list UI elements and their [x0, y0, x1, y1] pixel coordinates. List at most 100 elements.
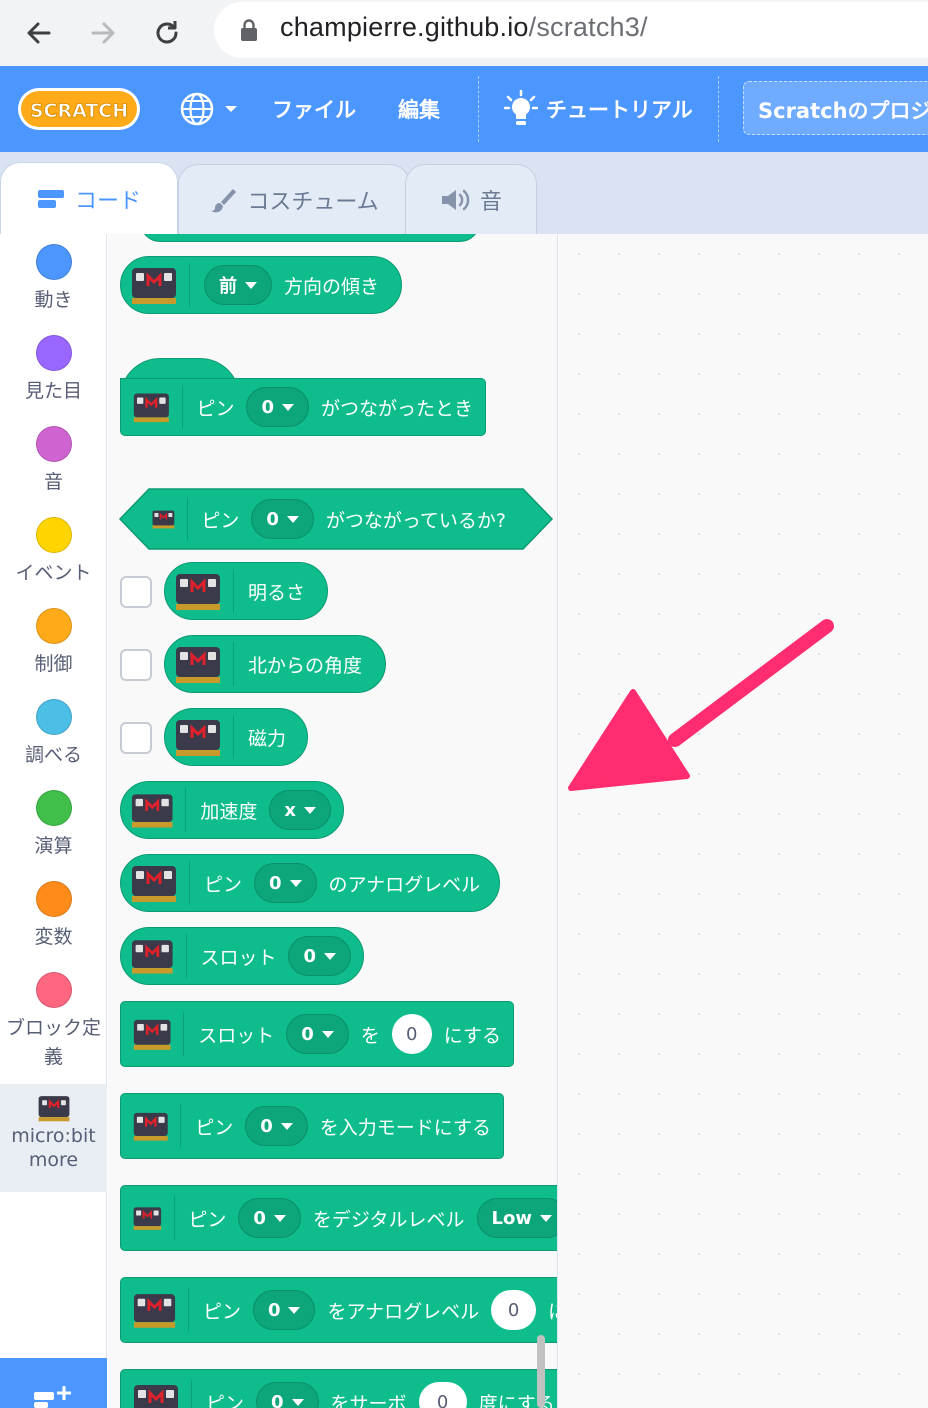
category-motion-dot [35, 244, 72, 280]
browser-toolbar: champierre.github.io/scratch3/ [0, 0, 928, 66]
lock-icon [241, 19, 257, 41]
compass-reporter-block[interactable]: 北からの角度 [164, 635, 386, 693]
tab-code-label: コード [74, 188, 141, 214]
block-separator [189, 263, 190, 307]
tilt-reporter-block[interactable]: 前 方向の傾き [120, 256, 402, 314]
microbit-icon [131, 794, 173, 828]
category-sensing-label: 調べる [24, 744, 82, 766]
block-separator [233, 642, 234, 686]
analog-level-reporter-block[interactable]: ピン 0 のアナログレベル [120, 854, 500, 912]
pin-dropdown[interactable]: 0 [252, 1290, 316, 1330]
microbit-icon [176, 574, 220, 610]
block-separator [181, 385, 183, 429]
servo-angle-input[interactable]: 0 [418, 1382, 467, 1408]
slot-reporter-block[interactable]: スロット 0 [120, 927, 364, 985]
set-analog-command-block[interactable]: ピン 0 をアナログレベル 0 に [120, 1277, 557, 1343]
category-my-blocks[interactable]: ブロック定義 [0, 972, 107, 1072]
pin-dropdown[interactable]: 0 [246, 387, 309, 427]
tilt-direction-dropdown[interactable]: 前 [204, 265, 272, 305]
acceleration-reporter-block[interactable]: 加速度 x [120, 781, 344, 839]
input-mode-command-block[interactable]: ピン 0 を入力モードにする [120, 1093, 504, 1159]
compass-checkbox[interactable] [120, 649, 152, 681]
menu-divider [718, 76, 719, 142]
magnetic-checkbox[interactable] [120, 722, 152, 754]
brightness-checkbox[interactable] [120, 576, 152, 608]
magnetic-reporter-block[interactable]: 磁力 [164, 708, 308, 766]
slot-value-input[interactable]: 0 [391, 1014, 432, 1054]
category-control-label: 制御 [34, 653, 73, 675]
tutorials-menu[interactable]: チュートリアル [504, 90, 693, 128]
globe-icon [180, 92, 214, 126]
microbit-icon [131, 940, 173, 974]
category-events-dot [35, 517, 72, 553]
slot-dropdown[interactable]: 0 [286, 1014, 349, 1054]
forward-button[interactable] [78, 8, 128, 58]
category-motion[interactable]: 動き [0, 244, 107, 315]
tab-costumes[interactable]: コスチューム [178, 164, 410, 234]
edit-menu[interactable]: 編集 [398, 90, 440, 128]
tab-code[interactable]: コード [0, 162, 178, 234]
pin-dropdown[interactable]: 0 [254, 863, 317, 903]
reload-button[interactable] [142, 8, 192, 58]
brightness-reporter-block[interactable]: 明るさ [164, 562, 328, 620]
pin-dropdown[interactable]: 0 [238, 1198, 301, 1238]
scratch-logo[interactable]: SCRATCH [16, 84, 142, 134]
category-menu: 動き 見た目 音 イベント 制御 調べる 演算 変数 ブロック定義 micro:… [0, 234, 107, 1408]
servo-command-block[interactable]: ピン 0 をサーボ 0 度にする [120, 1369, 557, 1408]
caret-down-icon [225, 106, 237, 112]
code-workspace[interactable] [559, 234, 928, 1408]
palette-scrollbar[interactable] [537, 1335, 545, 1408]
file-menu[interactable]: ファイル [272, 90, 356, 128]
block-text: をサーボ [330, 1392, 407, 1408]
language-menu[interactable] [178, 90, 240, 128]
add-extension-button[interactable] [0, 1358, 107, 1408]
partial-block[interactable] [140, 234, 480, 242]
block-text: スロット [200, 946, 277, 969]
tab-costumes-label: コスチューム [247, 189, 379, 215]
category-looks[interactable]: 見た目 [0, 335, 107, 406]
annotation-arrow-icon [568, 619, 834, 791]
block-text: 加速度 [200, 800, 258, 823]
project-title-input[interactable]: Scratchのプロジ [743, 81, 928, 135]
analog-value-input[interactable]: 0 [491, 1290, 536, 1330]
category-control[interactable]: 制御 [0, 608, 107, 679]
block-text: をデジタルレベル [312, 1208, 465, 1231]
block-text: がつながったとき [320, 397, 473, 420]
tab-sounds[interactable]: 音 [405, 164, 537, 234]
microbit-icon [133, 393, 169, 423]
microbit-icon [132, 268, 176, 304]
category-operators-dot [35, 790, 72, 826]
category-sound[interactable]: 音 [0, 426, 107, 497]
category-operators[interactable]: 演算 [0, 790, 107, 861]
microbit-icon [132, 866, 176, 902]
category-operators-label: 演算 [34, 835, 73, 857]
pin-connected-boolean-block[interactable]: ピン 0 がつながっているか? [118, 490, 518, 548]
pin-connected-hat-block[interactable]: ピン 0 がつながったとき [120, 378, 486, 436]
pin-dropdown[interactable]: 0 [245, 1106, 308, 1146]
category-sensing[interactable]: 調べる [0, 699, 107, 770]
category-microbit-more[interactable]: micro:bit more [0, 1084, 107, 1192]
microbit-icon [133, 1112, 168, 1141]
pin-dropdown[interactable]: 0 [251, 499, 314, 539]
axis-dropdown[interactable]: x [269, 790, 331, 830]
url-text: champierre.github.io/scratch3/ [280, 12, 648, 42]
set-slot-command-block[interactable]: スロット 0 を 0 にする [120, 1001, 514, 1067]
block-separator [173, 1196, 175, 1240]
category-variables[interactable]: 変数 [0, 881, 107, 952]
block-separator [189, 861, 190, 905]
back-button[interactable] [14, 8, 64, 58]
category-sound-dot [35, 426, 72, 462]
category-events[interactable]: イベント [0, 517, 107, 588]
scratch-logo-text: SCRATCH [30, 100, 128, 122]
microbit-icon [133, 1019, 171, 1050]
block-separator [185, 788, 187, 832]
pin-dropdown[interactable]: 0 [256, 1382, 319, 1408]
block-text: 北からの角度 [248, 654, 363, 677]
address-bar[interactable]: champierre.github.io/scratch3/ [214, 2, 928, 58]
block-separator [183, 1012, 185, 1056]
digital-level-dropdown[interactable]: Low [476, 1198, 557, 1238]
slot-dropdown[interactable]: 0 [288, 936, 351, 976]
block-text: ピン [204, 873, 243, 896]
block-separator [180, 1104, 182, 1148]
digital-level-command-block[interactable]: ピン 0 をデジタルレベル Low [120, 1185, 557, 1251]
